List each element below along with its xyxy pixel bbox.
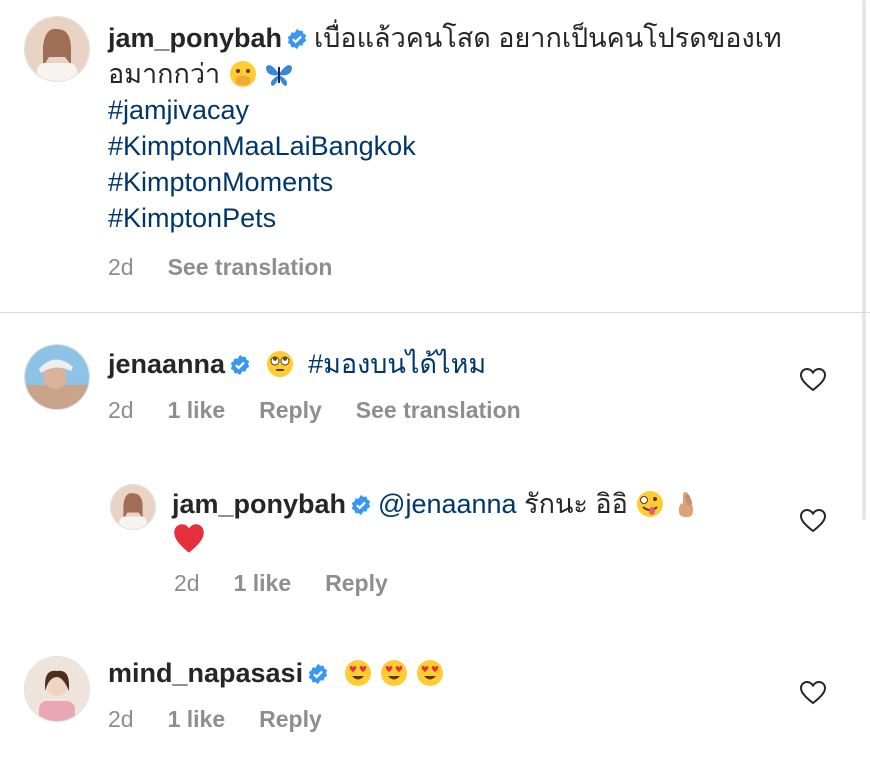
caption-text: jam_ponybah เบื่อแล้วคนโสด อยากเป็นคนโปรด… (108, 20, 828, 236)
reply-text: รักนะ อิอิ (524, 489, 628, 519)
mention[interactable]: @jenaanna (378, 489, 517, 519)
heart-eyes-icon (416, 660, 443, 686)
face-with-hand-over-mouth-icon (229, 61, 256, 87)
see-translation-link[interactable]: See translation (168, 254, 333, 281)
hashtag[interactable]: #jamjivacay (108, 92, 828, 128)
username[interactable]: mind_napasasi (108, 658, 303, 688)
verified-badge-icon (287, 28, 307, 50)
caption-line-2: อมากกว่า (108, 59, 221, 89)
zany-face-icon (637, 491, 664, 517)
comment-text: jenaanna #มองบนได้ไหม (108, 346, 486, 382)
hashtag[interactable]: #KimptonMaaLaiBangkok (108, 128, 828, 164)
comment-text: jam_ponybah @jenaanna รักนะ อิอิ (172, 486, 772, 559)
comment-meta: 2d 1 like Reply (108, 706, 322, 733)
scrollbar[interactable] (862, 0, 866, 520)
verified-badge-icon (351, 494, 371, 516)
heart-outline-icon[interactable] (800, 509, 826, 533)
reply-button[interactable]: Reply (259, 397, 322, 424)
heart-eyes-icon (344, 660, 371, 686)
comment-text: mind_napasasi (108, 655, 451, 691)
comment-meta: 2d 1 like Reply (174, 570, 388, 597)
verified-badge-icon (308, 663, 328, 685)
caption-line-1: เบื่อแล้วคนโสด อยากเป็นคนโปรดของเท (314, 23, 782, 53)
likes-count[interactable]: 1 like (168, 706, 226, 733)
see-translation-link[interactable]: See translation (356, 397, 521, 424)
hashtag[interactable]: #KimptonPets (108, 200, 828, 236)
caption-meta: 2d See translation (108, 254, 332, 281)
timestamp: 2d (108, 706, 134, 732)
butterfly-icon (265, 65, 292, 86)
verified-badge-icon (230, 354, 250, 376)
avatar[interactable] (110, 484, 156, 530)
hashtag[interactable]: #KimptonMoments (108, 164, 828, 200)
heart-outline-icon[interactable] (800, 368, 826, 392)
face-with-rolling-eyes-icon (266, 351, 293, 377)
username[interactable]: jam_ponybah (172, 489, 346, 519)
avatar[interactable] (24, 344, 90, 410)
comment-meta: 2d 1 like Reply See translation (108, 397, 521, 424)
avatar[interactable] (24, 656, 90, 722)
username[interactable]: jam_ponybah (108, 23, 282, 53)
crossed-fingers-icon (679, 492, 694, 517)
likes-count[interactable]: 1 like (168, 397, 226, 424)
avatar[interactable] (24, 16, 90, 82)
heart-outline-icon[interactable] (800, 681, 826, 705)
reply-button[interactable]: Reply (325, 570, 388, 597)
username[interactable]: jenaanna (108, 349, 225, 379)
timestamp: 2d (108, 254, 134, 280)
heart-eyes-icon (380, 660, 407, 686)
red-heart-icon (174, 524, 204, 553)
divider (0, 312, 870, 313)
likes-count[interactable]: 1 like (234, 570, 292, 597)
timestamp: 2d (108, 397, 134, 423)
reply-button[interactable]: Reply (259, 706, 322, 733)
timestamp: 2d (174, 570, 200, 596)
hashtag[interactable]: #มองบนได้ไหม (308, 349, 486, 379)
